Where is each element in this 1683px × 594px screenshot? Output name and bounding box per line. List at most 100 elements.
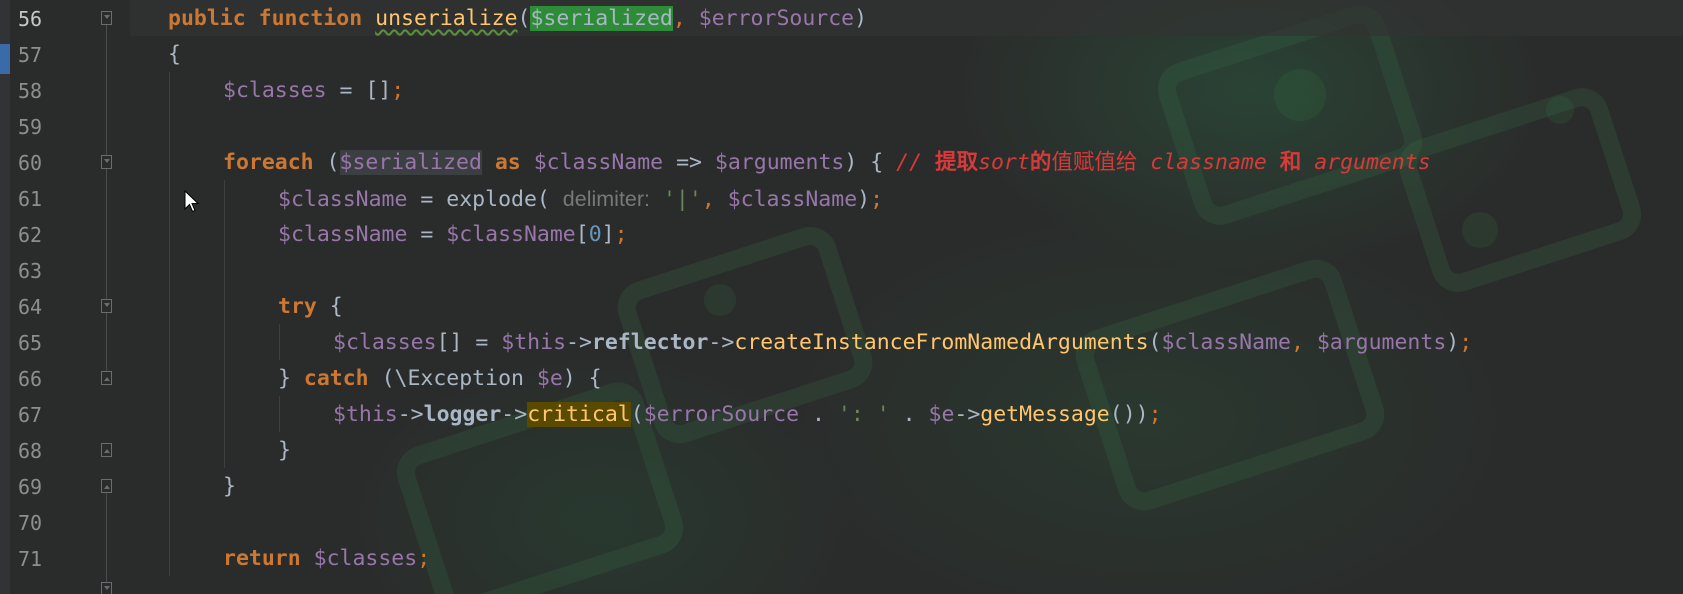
comment: arguments <box>1301 150 1431 175</box>
variable: $errorSource <box>643 402 800 427</box>
bracket: [ <box>575 222 589 247</box>
semicolon: ; <box>614 222 628 247</box>
variable-this: $this <box>501 330 567 355</box>
code-line-67[interactable]: $this->logger->critical($errorSource . '… <box>333 397 1162 433</box>
line-number: 69 <box>18 475 43 499</box>
code-line-69[interactable]: } <box>223 469 236 505</box>
parameter-hint: delimiter: <box>562 187 651 211</box>
property: reflector <box>591 330 709 355</box>
code-line-66[interactable]: } catch (\Exception $e) { <box>278 361 602 397</box>
line-number: 66 <box>18 367 43 391</box>
variable-classname: $className <box>533 150 664 175</box>
line-number: 71 <box>18 547 43 571</box>
comma: , <box>701 187 728 212</box>
paren: ( <box>536 187 563 212</box>
function-call: explode <box>446 187 537 212</box>
string-literal: ': ' <box>837 402 890 427</box>
comment: sort <box>978 150 1030 175</box>
line-number: 63 <box>18 259 43 283</box>
line-number: 61 <box>18 187 43 211</box>
code-line-58[interactable]: $classes = []; <box>223 73 404 109</box>
fold-icon[interactable] <box>101 155 112 169</box>
semicolon: ; <box>1459 330 1473 355</box>
operator: = <box>326 78 366 103</box>
code-line-64[interactable]: try { <box>278 289 343 325</box>
fold-icon[interactable] <box>101 371 112 385</box>
line-gutter[interactable]: 56 57 58 59 60 61 62 63 64 65 66 67 68 6… <box>10 0 130 594</box>
code-line-61[interactable]: $className = explode( delimiter: '|', $c… <box>278 181 883 217</box>
line-number: 62 <box>18 223 43 247</box>
code-line-65[interactable]: $classes[] = $this->reflector->createIns… <box>333 325 1472 361</box>
variable-arguments: $arguments <box>714 150 845 175</box>
indent-guide <box>224 180 225 468</box>
property: logger <box>423 402 502 427</box>
semicolon: ; <box>1148 402 1162 427</box>
variable: $classes <box>333 330 437 355</box>
operator: . <box>889 402 929 427</box>
keyword-try: try <box>278 294 317 319</box>
fold-icon[interactable] <box>101 479 112 493</box>
method-call: createInstanceFromNamedArguments <box>734 330 1149 355</box>
fold-icon[interactable] <box>101 11 112 25</box>
string-literal: '|' <box>662 187 702 212</box>
semicolon: ; <box>870 187 884 212</box>
fold-icon[interactable] <box>101 443 112 457</box>
keyword-foreach: foreach <box>223 150 314 175</box>
paren: ( <box>313 150 340 175</box>
array-literal: [] <box>365 78 392 103</box>
semicolon: ; <box>417 546 431 571</box>
param-serialized: $serialized <box>530 6 673 31</box>
code-line-62[interactable]: $className = $className[0]; <box>278 217 628 253</box>
line-number: 70 <box>18 511 43 535</box>
code-line-57[interactable]: { <box>168 37 181 73</box>
fold-guide <box>106 493 107 582</box>
line-number: 60 <box>18 151 43 175</box>
operator: [] = <box>436 330 502 355</box>
variable: $className <box>727 187 858 212</box>
change-marker <box>0 44 10 74</box>
arrow: -> <box>501 402 528 427</box>
comment: 的 <box>1029 150 1052 175</box>
paren: ( <box>1148 330 1162 355</box>
editor-left-strip <box>0 0 10 594</box>
keyword-return: return <box>223 546 301 571</box>
code-line-68[interactable]: } <box>278 433 291 469</box>
fold-icon[interactable] <box>101 582 112 594</box>
code-line-71[interactable]: return $classes; <box>223 541 430 577</box>
comment: 提取 <box>935 150 979 175</box>
operator: . <box>799 402 838 427</box>
arrow: -> <box>954 402 981 427</box>
fold-guide <box>106 25 107 155</box>
indent-guide <box>169 72 170 576</box>
variable: $e <box>928 402 955 427</box>
param-error-source: $errorSource <box>698 6 855 31</box>
function-name: unserialize <box>375 6 518 31</box>
fold-guide <box>106 169 107 299</box>
code-line-56[interactable]: public function unserialize($serialized,… <box>168 1 867 37</box>
indent-guide <box>279 324 280 360</box>
variable: $className <box>446 222 576 247</box>
keyword-public: public <box>168 6 246 31</box>
code-editor[interactable]: 56 57 58 59 60 61 62 63 64 65 66 67 68 6… <box>0 0 1683 594</box>
comma: , <box>1290 330 1317 355</box>
paren: ) <box>1446 330 1460 355</box>
semicolon: ; <box>391 78 405 103</box>
fold-icon[interactable] <box>101 299 112 313</box>
comment: 和 <box>1279 150 1302 175</box>
fold-guide <box>106 313 107 371</box>
method-call: getMessage <box>980 402 1110 427</box>
line-number: 58 <box>18 79 43 103</box>
variable-serialized: $serialized <box>339 150 482 175</box>
paren: ) { <box>844 150 884 175</box>
keyword-function: function <box>258 6 363 31</box>
paren: ) <box>854 6 868 31</box>
paren: ) <box>857 187 871 212</box>
comment: classname <box>1137 150 1280 175</box>
method-call: critical <box>527 402 631 427</box>
variable: $classes <box>223 78 327 103</box>
number-literal: 0 <box>588 222 602 247</box>
code-line-60[interactable]: foreach ($serialized as $className => $a… <box>223 145 1431 181</box>
brace: } <box>278 366 304 391</box>
comment: // <box>896 150 936 175</box>
keyword-as: as <box>494 150 521 175</box>
